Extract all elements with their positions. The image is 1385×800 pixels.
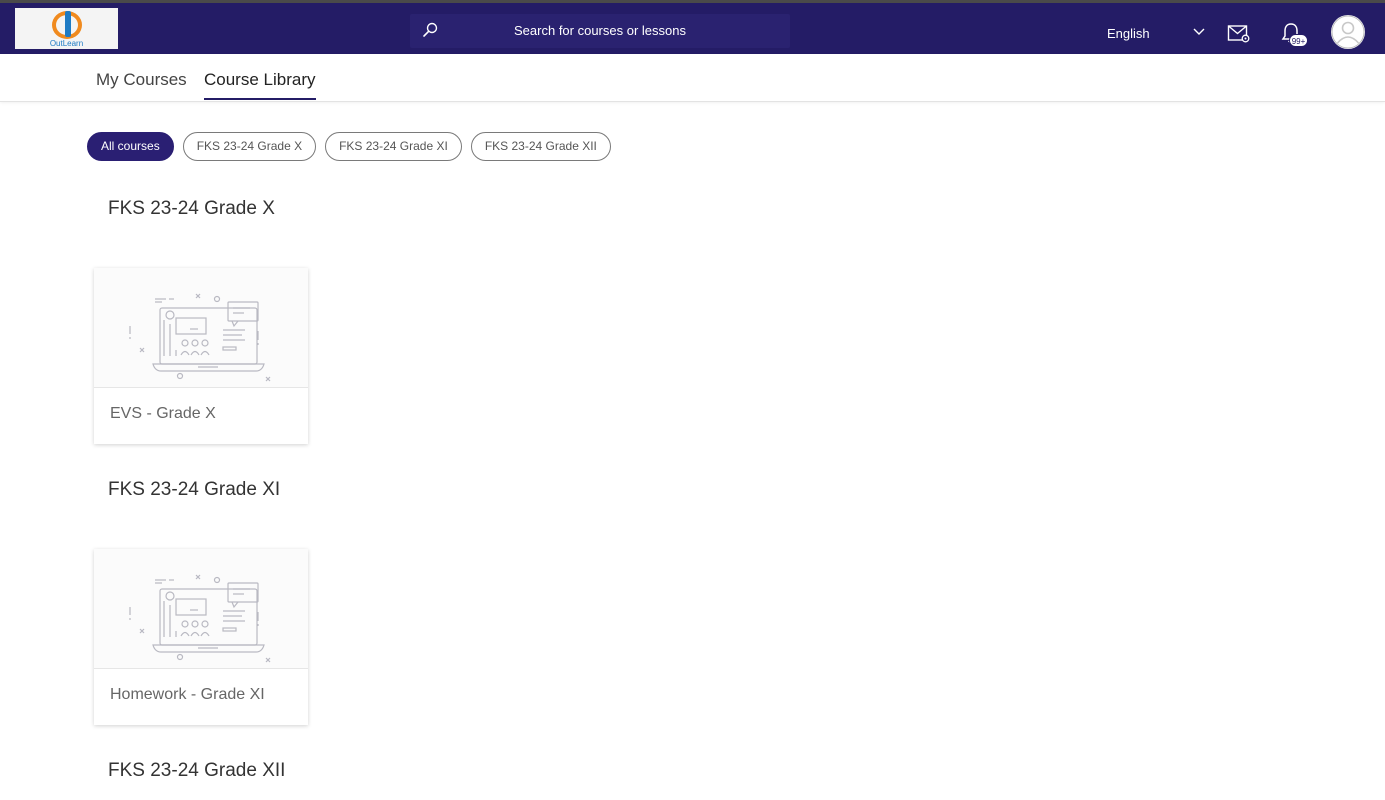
search-input[interactable]: Search for courses or lessons	[410, 14, 790, 48]
tab-my-courses[interactable]: My Courses	[96, 70, 187, 100]
course-tabs: My Courses Course Library	[0, 54, 1385, 102]
online-class-illustration-icon	[129, 574, 271, 663]
top-bar: OutLearn Search for courses or lessons E…	[0, 0, 1385, 54]
mail-settings-icon[interactable]	[1227, 23, 1251, 45]
course-title: EVS - Grade X	[110, 405, 216, 422]
filter-chips: All courses FKS 23-24 Grade X FKS 23-24 …	[87, 132, 611, 161]
course-thumbnail	[94, 549, 308, 669]
filter-chip-grade-x[interactable]: FKS 23-24 Grade X	[182, 132, 317, 161]
tab-course-library[interactable]: Course Library	[204, 70, 316, 100]
language-selector[interactable]: English	[1107, 17, 1150, 51]
course-card[interactable]: Homework - Grade XI	[94, 549, 308, 725]
chevron-down-icon[interactable]	[1192, 27, 1206, 37]
online-class-illustration-icon	[129, 293, 271, 382]
filter-chip-grade-xii[interactable]: FKS 23-24 Grade XII	[470, 132, 611, 161]
search-bar[interactable]: Search for courses or lessons	[410, 14, 790, 48]
group-title-grade-xii: FKS 23-24 Grade XII	[108, 760, 286, 781]
notification-badge: 99+	[1289, 34, 1308, 47]
filter-chip-all-courses[interactable]: All courses	[87, 132, 174, 161]
group-title-grade-xi: FKS 23-24 Grade XI	[108, 479, 281, 500]
course-thumbnail	[94, 268, 308, 388]
group-title-grade-x: FKS 23-24 Grade X	[108, 198, 275, 219]
course-title: Homework - Grade XI	[110, 686, 265, 703]
course-card[interactable]: EVS - Grade X	[94, 268, 308, 444]
logo-mark-icon	[51, 10, 82, 39]
outlearn-logo[interactable]: OutLearn	[15, 8, 118, 49]
user-avatar[interactable]	[1331, 15, 1365, 49]
logo-text: OutLearn	[49, 38, 84, 48]
user-icon	[1331, 15, 1365, 49]
filter-chip-grade-xi[interactable]: FKS 23-24 Grade XI	[325, 132, 462, 161]
